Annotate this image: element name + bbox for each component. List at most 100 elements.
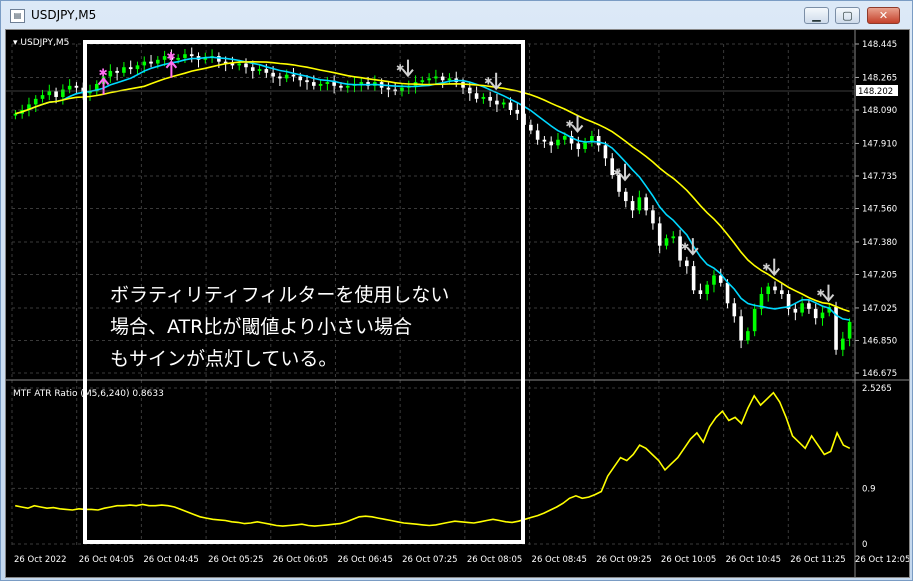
x-tick-label: 26 Oct 10:45 [726,555,781,565]
current-price-label: 148.202 [858,87,893,97]
candle-body [603,145,608,159]
candle-body [535,130,540,140]
candle-body [651,210,655,224]
candle-body [257,69,262,71]
candle-body [766,286,771,295]
candle-body [67,85,72,90]
y-tick-label: 148.265 [862,73,897,83]
candle-body [318,83,323,86]
candle-body [434,76,438,79]
y-tick-label: 146.850 [862,336,897,346]
y-tick-label: 148.445 [862,40,897,50]
x-tick-label: 26 Oct 10:05 [661,555,716,565]
x-tick-label: 26 Oct 11:25 [790,555,845,565]
sell-star-icon: ✱ [396,64,404,75]
maximize-button[interactable]: ▢ [835,7,860,24]
sell-arrow-icon [822,284,835,303]
price-chart-svg[interactable]: ✱✱✱✱✱✱✱✱✱ 148.445148.265148.090147.91014… [6,30,910,577]
sell-star-icon: ✱ [613,168,621,179]
sell-arrow-icon [768,258,780,277]
title-bar[interactable]: ▤ USDJPY,M5 ▁ ▢ ✕ [1,1,912,29]
candle-body [549,141,553,146]
annotation-line-1: ボラティリティフィルターを使用しない [110,284,449,306]
candle-body [576,143,581,150]
candle-body [596,136,601,146]
sell-star-icon: ✱ [762,263,770,274]
sub-y-tick-label: 0.9 [862,484,876,494]
sell-star-icon: ✱ [816,289,824,300]
candle-body [752,308,757,332]
close-button[interactable]: ✕ [867,7,900,24]
candle-body [644,197,648,211]
candles [13,47,852,357]
candle-body [359,82,364,84]
sell-star-icon: ✱ [484,77,492,88]
candle-body [156,59,160,64]
candle-body [244,63,248,68]
candle-body [291,74,296,77]
minimize-button[interactable]: ▁ [804,7,829,24]
buy-star-icon: ✱ [166,50,175,63]
candle-body [339,85,343,88]
window-title: USDJPY,M5 [31,8,97,22]
candle-body [664,238,669,246]
candle-body [488,96,492,101]
candle-body [691,266,696,291]
candle-body [325,82,330,84]
candle-body [332,82,336,86]
candle-body [447,78,452,81]
annotation-line-2: 場合、ATR比が閾値より小さい場合 [110,316,412,338]
sell-star-icon: ✱ [566,119,574,130]
candle-body [128,67,133,70]
candle-body [515,109,520,114]
candle-body [427,78,431,81]
sell-arrow-icon [402,59,414,78]
buy-star-icon: ✱ [99,67,108,80]
candle-body [217,56,221,62]
y-tick-label: 146.675 [862,369,897,379]
annotation-line-3: もサインが点灯している。 [110,348,337,370]
candle-body [779,290,784,295]
candle-body [74,85,79,88]
candle-body [440,76,445,81]
atr-ratio-line [15,391,851,527]
candle-body [630,201,635,211]
candle-body [298,76,303,81]
candle-body [841,338,845,350]
chart-label: ▾ USDJPY,M5 [13,38,69,48]
candle-body [284,74,289,79]
candle-body [556,139,560,146]
candle-body [474,93,479,99]
candle-body [183,54,187,58]
candle-body [271,72,275,77]
y-tick-label: 147.025 [862,304,897,314]
x-tick-label: 26 Oct 06:45 [337,555,392,565]
candle-body [529,124,533,131]
x-tick-label: 26 Oct 2022 [14,555,67,565]
sub-y-tick-label: 2.5265 [862,384,892,394]
candle-body [54,91,58,97]
candle-body [33,98,38,105]
candle-body [671,236,676,239]
y-tick-label: 147.735 [862,172,897,182]
candle-body [189,54,194,57]
candle-body [264,69,269,73]
candle-body [176,57,180,60]
candle-body [508,102,513,110]
candle-body [386,87,391,90]
y-tick-label: 147.380 [862,238,897,248]
candle-body [562,136,567,140]
chart-area[interactable]: ✱ ✱ ✱ ✱ ✱ ✱ ✱ ✱ ✱ 148.445 148.265 148.090 147.910 14… [5,29,910,578]
candle-body [847,321,852,339]
y-tick-label: 147.205 [862,270,897,280]
candle-body [590,136,594,142]
x-tick-label: 26 Oct 04:45 [143,555,198,565]
candle-body [481,96,486,99]
candle-body [800,303,804,313]
terminal-window: ▤ USDJPY,M5 ▁ ▢ ✕ ✱ ✱ ✱ ✱ ✱ ✱ ✱ ✱ ✱ 148.445 148.2… [0,0,913,581]
candle-body [685,260,689,267]
candle-body [657,223,662,246]
candle-body [725,282,730,304]
candle-body [230,63,235,66]
candle-body [278,76,282,79]
